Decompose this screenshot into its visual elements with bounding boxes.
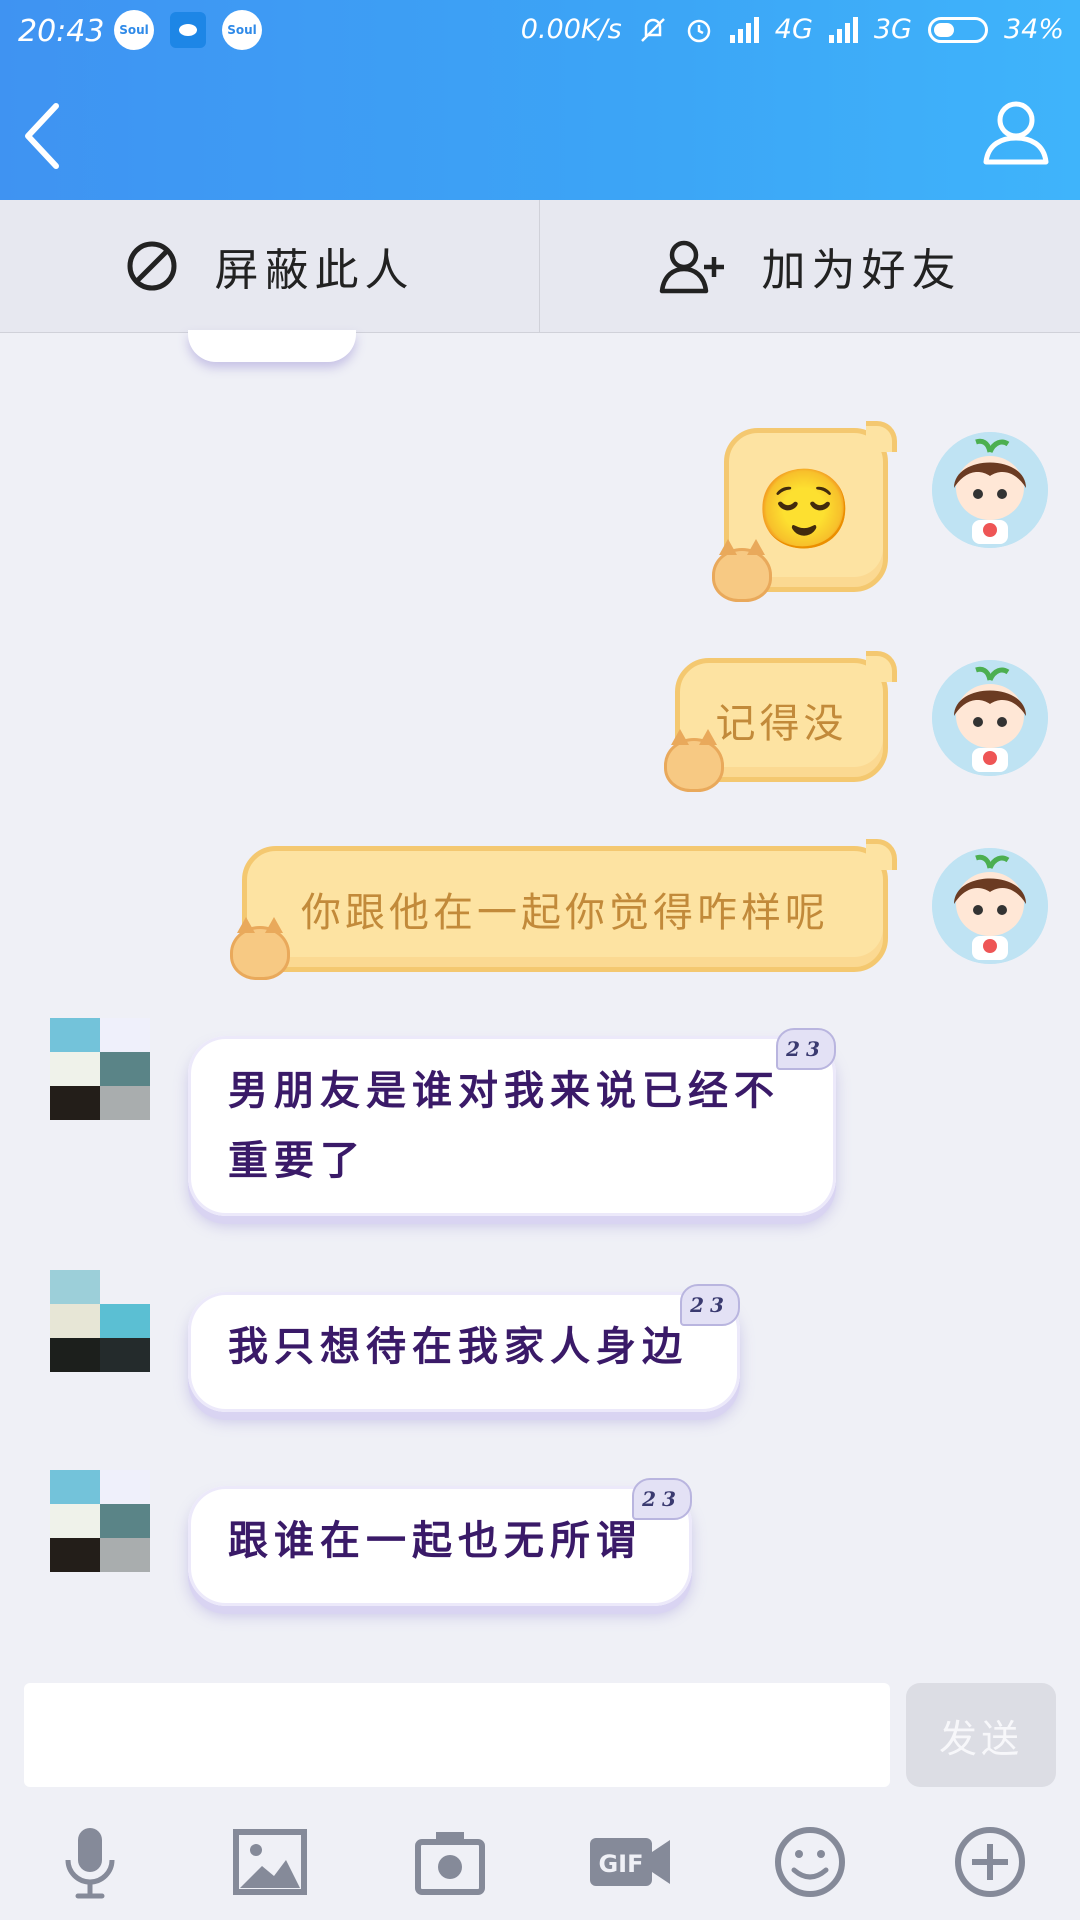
my-avatar[interactable] — [932, 432, 1048, 548]
emoji-icon — [775, 1827, 845, 1897]
block-user-label: 屏蔽此人 — [214, 245, 415, 296]
message-bubble-other[interactable]: 23 男朋友是谁对我来说已经不 重要了 — [188, 1028, 836, 1216]
back-button[interactable] — [14, 96, 74, 176]
voice-button[interactable] — [50, 1822, 130, 1902]
ban-icon — [127, 241, 176, 291]
bubble-tail — [866, 421, 897, 452]
message-bubble-mine[interactable]: 你跟他在一起你觉得咋样呢 — [242, 839, 897, 972]
add-friend-button[interactable]: 加为好友 — [540, 200, 1079, 332]
battery-level: 34% — [1003, 14, 1064, 45]
message-text-line: 重要了 — [228, 1137, 366, 1184]
message-text: 跟谁在一起也无所谓 — [228, 1517, 642, 1564]
microphone-icon — [65, 1828, 115, 1899]
signal-icon — [729, 16, 759, 43]
person-icon — [983, 101, 1049, 165]
status-time: 20:43 — [18, 14, 105, 49]
message-text: 你跟他在一起你觉得咋样呢 — [301, 890, 829, 936]
level-badge: 23 — [680, 1284, 740, 1326]
message-text: 记得没 — [715, 701, 848, 747]
boy-avatar-icon — [932, 432, 1048, 548]
gif-button[interactable]: GIF — [588, 1822, 672, 1902]
status-indicators: 0.00K/s 4G 3G 34% — [521, 14, 1064, 45]
gallery-button[interactable] — [230, 1822, 310, 1902]
boy-avatar-icon — [932, 660, 1048, 776]
camera-button[interactable] — [410, 1822, 490, 1902]
boy-avatar-icon — [932, 848, 1048, 964]
message-text: 我只想待在我家人身边 — [228, 1323, 688, 1370]
soul-app-icon-2: Soul — [222, 10, 262, 50]
cat-sticker-icon — [664, 729, 724, 792]
mute-icon — [640, 17, 665, 42]
battery-icon — [927, 16, 988, 43]
previous-message-bubble[interactable] — [188, 330, 356, 362]
sender-avatar[interactable] — [50, 1470, 150, 1572]
chevron-left-icon — [25, 103, 59, 169]
status-bar: 20:43 Soul Soul 0.00K/s 4G 3G 34% — [0, 0, 1080, 62]
add-friend-label: 加为好友 — [761, 245, 962, 296]
cat-sticker-icon — [230, 917, 290, 980]
notification-app-icon — [170, 12, 206, 48]
message-input[interactable] — [24, 1683, 890, 1787]
soul-app-icon: Soul — [114, 10, 154, 50]
plus-icon — [955, 1827, 1025, 1897]
network-type-1: 4G — [774, 14, 813, 45]
alarm-icon — [687, 19, 711, 42]
image-icon — [233, 1829, 307, 1895]
level-badge: 23 — [776, 1028, 836, 1070]
message-text-line: 男朋友是谁对我来说已经不 — [228, 1067, 780, 1114]
emoji-content: 😌 — [755, 464, 857, 555]
stranger-action-bar: 屏蔽此人 加为好友 — [0, 200, 1080, 333]
sender-avatar[interactable] — [50, 1018, 150, 1120]
signal-icon-2 — [828, 16, 858, 43]
level-badge: 23 — [632, 1478, 692, 1520]
network-speed: 0.00K/s — [520, 14, 622, 45]
message-bubble-other[interactable]: 23 我只想待在我家人身边 — [188, 1284, 740, 1412]
profile-button[interactable] — [980, 96, 1052, 168]
more-button[interactable] — [950, 1822, 1030, 1902]
gif-label: GIF — [598, 1850, 643, 1878]
block-user-button[interactable]: 屏蔽此人 — [0, 200, 539, 332]
gif-icon: GIF — [590, 1838, 670, 1886]
network-type-2: 3G — [873, 14, 912, 45]
my-avatar[interactable] — [932, 660, 1048, 776]
emoji-button[interactable] — [770, 1822, 850, 1902]
camera-icon — [415, 1832, 485, 1895]
add-user-icon — [659, 240, 724, 294]
title-bar: 20:43 Soul Soul 0.00K/s 4G 3G 34% — [0, 0, 1080, 200]
bubble-tail — [866, 651, 897, 682]
message-bubble-other[interactable]: 23 跟谁在一起也无所谓 — [188, 1478, 692, 1606]
sender-avatar[interactable] — [50, 1270, 150, 1372]
my-avatar[interactable] — [932, 848, 1048, 964]
cat-sticker-icon — [712, 539, 772, 602]
bubble-tail — [866, 839, 897, 870]
send-button[interactable]: 发送 — [906, 1683, 1056, 1787]
